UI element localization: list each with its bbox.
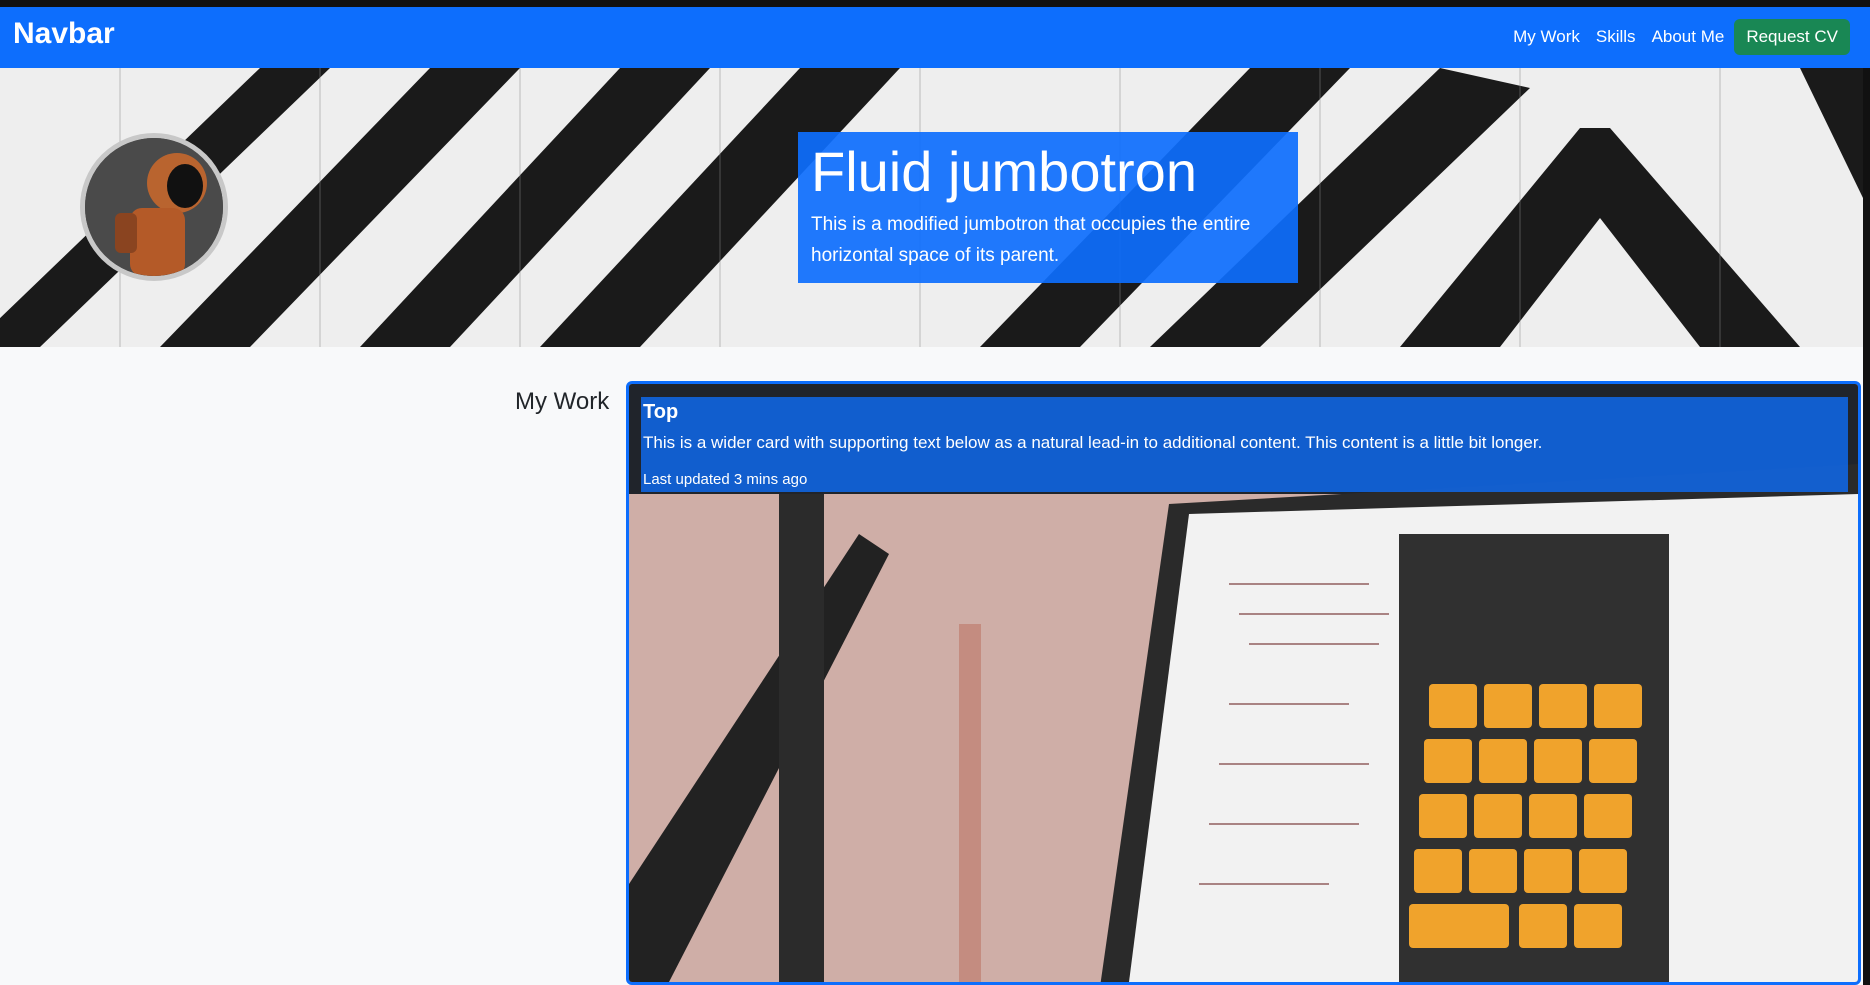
card-meta: Last updated 3 mins ago [643,471,808,488]
avatar-astronaut [80,133,228,281]
card-text: This is a wider card with supporting tex… [643,433,1543,452]
jumbotron-lead: This is a modified jumbotron that occupi… [811,214,1251,266]
jumbotron-title: Fluid jumbotron [811,140,1197,203]
nav-link-about-me[interactable]: About Me [1652,27,1725,47]
card-title: Top [643,401,679,423]
nav-links: My Work Skills About Me Request CV [1497,19,1850,55]
window-top-edge [0,0,1870,7]
navbar-brand[interactable]: Navbar [13,17,115,51]
nav-link-skills[interactable]: Skills [1596,27,1636,47]
jumbotron: Fluid jumbotron This is a modified jumbo… [798,132,1298,283]
astronaut-icon [85,138,223,276]
window-right-edge [1863,68,1870,985]
work-card[interactable]: Top This is a wider card with supporting… [626,381,1861,985]
card-overlay: Top This is a wider card with supporting… [641,397,1848,492]
nav-link-my-work[interactable]: My Work [1513,27,1580,47]
navbar: Navbar My Work Skills About Me Request C… [0,7,1870,68]
section-title-my-work: My Work [515,388,610,415]
request-cv-button[interactable]: Request CV [1734,19,1850,55]
hero-banner: Fluid jumbotron This is a modified jumbo… [0,68,1863,347]
